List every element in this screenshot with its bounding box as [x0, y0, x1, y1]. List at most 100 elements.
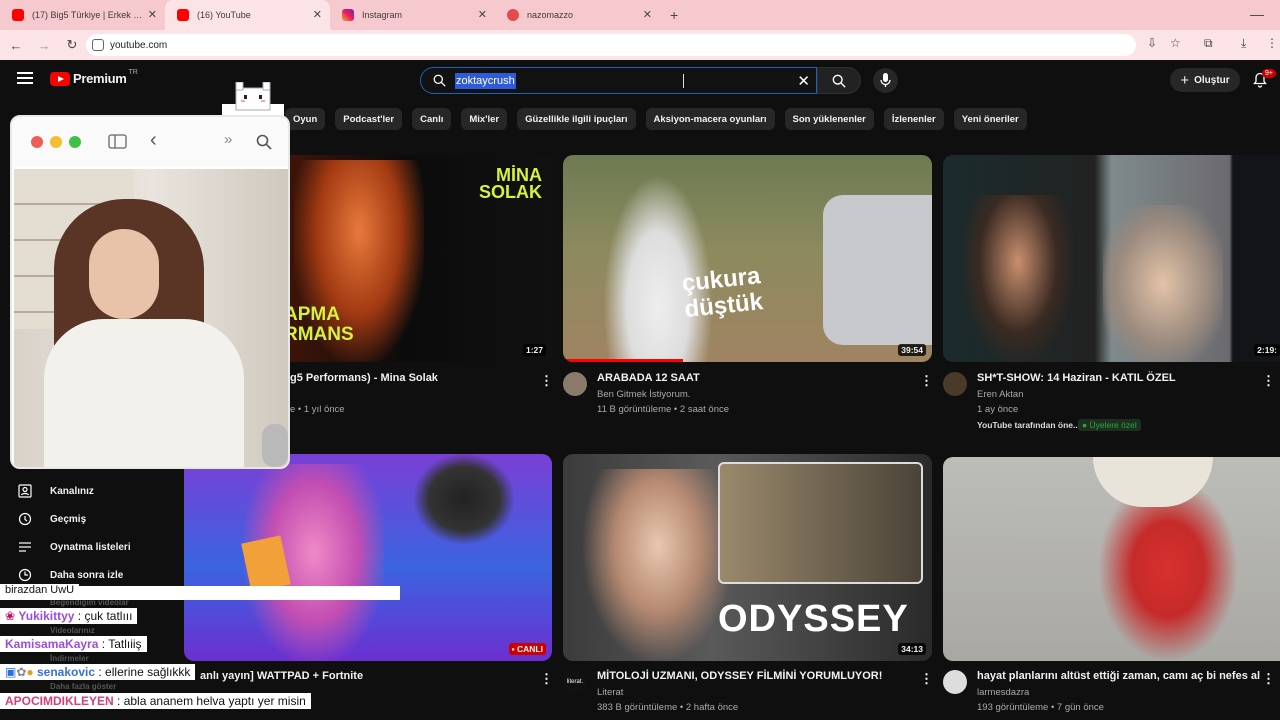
more-options-icon[interactable]: ⋮ — [540, 373, 553, 389]
tab-youtube[interactable]: (16) YouTube ✕ — [165, 0, 330, 30]
sidebar-item-label: Daha sonra izle — [50, 569, 124, 581]
clock-icon — [18, 568, 32, 582]
sidebar-item-watch-later[interactable]: Daha sonra izle — [18, 568, 123, 582]
search-box[interactable]: zoktaycrush ✕ — [420, 67, 817, 94]
sidebar-item-label: Oynatma listeleri — [50, 541, 131, 553]
browser-tab-bar: (17) Big5 Türkiye | Erkek Hazırlı ✕ (16)… — [0, 0, 1280, 30]
video-meta: 1 ay önce — [977, 404, 1019, 415]
search-button[interactable] — [817, 67, 861, 94]
tab-big5[interactable]: (17) Big5 Türkiye | Erkek Hazırlı ✕ — [0, 0, 165, 30]
video-thumbnail[interactable]: çukura düştük 39:54 — [563, 155, 932, 362]
more-options-icon[interactable]: ⋮ — [920, 671, 933, 687]
tab-twitch[interactable]: nazomazzo ✕ — [495, 0, 660, 30]
channel-avatar[interactable] — [943, 372, 967, 396]
back-icon[interactable]: ← — [4, 38, 28, 53]
forward-double-chevron-icon[interactable]: » — [224, 131, 232, 148]
microphone-shape — [262, 424, 288, 467]
sidebar-item-downloads[interactable]: İndirmeler — [50, 654, 89, 663]
youtube-logo[interactable]: Premium TR — [50, 69, 138, 86]
video-title[interactable]: ARABADA 12 SAAT — [597, 372, 700, 384]
reload-icon[interactable]: ↻ — [60, 37, 84, 53]
url-field[interactable]: youtube.com — [86, 34, 1136, 56]
chip[interactable]: İzlenenler — [883, 108, 944, 130]
forward-icon[interactable]: → — [32, 38, 56, 53]
create-button[interactable]: + Oluştur — [1170, 68, 1240, 92]
search-input[interactable]: zoktaycrush — [455, 73, 516, 89]
close-dot[interactable] — [31, 136, 43, 148]
minimize-dot[interactable] — [50, 136, 62, 148]
sidebar-item-your-channel[interactable]: Kanalınız — [18, 484, 94, 498]
search-icon — [832, 74, 846, 88]
sidebar-item-show-more[interactable]: Daha fazla göster — [50, 682, 116, 691]
channel-name[interactable]: Ben Gitmek İstiyorum. — [597, 389, 690, 400]
video-meta: 11 B görüntüleme • 2 saat önce — [597, 404, 730, 415]
category-chips: Oyun Podcast'ler Canlı Mix'ler Güzellikl… — [285, 108, 1027, 130]
video-thumbnail[interactable]: ODYSSEY 34:13 — [563, 454, 932, 661]
video-title[interactable]: MİTOLOJİ UZMANI, ODYSSEY FİLMİNİ YORUMLU… — [597, 670, 882, 682]
video-title[interactable]: anlı yayın] WATTPAD + Fortnite — [200, 670, 363, 682]
url-text: youtube.com — [110, 39, 168, 51]
install-icon[interactable]: ⇩ — [1147, 36, 1157, 50]
voice-search-button[interactable] — [873, 68, 898, 93]
channel-name[interactable]: Literat — [597, 687, 623, 698]
video-title[interactable]: SH*T-SHOW: 14 Haziran - KATIL ÖZEL — [977, 372, 1176, 384]
maximize-dot[interactable] — [69, 136, 81, 148]
extensions-icon[interactable]: ⧉ — [1204, 36, 1213, 51]
chat-username: Yukikittyy — [18, 609, 75, 623]
woman-baby-figure — [1103, 205, 1223, 362]
thumbnail-overlay-text: APMA RMANS — [284, 304, 354, 345]
more-options-icon[interactable]: ⋮ — [540, 671, 553, 687]
search-icon[interactable] — [256, 134, 272, 150]
thumbnail-overlay-text: MİNA SOLAK — [479, 165, 542, 202]
chip[interactable]: Güzellikle ilgili ipuçları — [517, 108, 636, 130]
channel-name[interactable]: Eren Aktan — [977, 389, 1023, 400]
playlist-icon — [19, 542, 31, 552]
channel-avatar[interactable] — [563, 372, 587, 396]
sidebar-item-playlists[interactable]: Oynatma listeleri — [18, 540, 131, 554]
sidebar-item-your-videos[interactable]: Videolarınız — [50, 626, 95, 635]
chat-text: : ellerine sağlıkkk — [98, 665, 191, 679]
video-thumbnail[interactable]: 2:19: — [943, 155, 1280, 362]
sidebar-item-history[interactable]: Geçmiş — [18, 512, 86, 526]
close-icon[interactable]: ✕ — [313, 8, 322, 21]
channel-avatar[interactable]: literat. — [563, 670, 587, 694]
hamburger-menu-icon[interactable] — [17, 72, 33, 84]
sidebar-item-label: Kanalınız — [50, 485, 94, 497]
bookmark-star-icon[interactable]: ☆ — [1170, 36, 1181, 50]
chip[interactable]: Canlı — [412, 108, 452, 130]
channel-avatar[interactable] — [943, 670, 967, 694]
chip[interactable]: Podcast'ler — [335, 108, 403, 130]
more-options-icon[interactable]: ⋮ — [1262, 671, 1275, 687]
chip[interactable]: Son yüklenenler — [784, 108, 874, 130]
video-title[interactable]: hayat planlarını altüst ettiği zaman, ca… — [977, 670, 1260, 682]
chip[interactable]: Mix'ler — [461, 108, 508, 130]
video-thumbnail[interactable]: ▪ CANLI — [184, 454, 552, 661]
minimize-icon[interactable]: — — [1250, 6, 1264, 22]
live-badge: ▪ CANLI — [508, 643, 546, 655]
chip[interactable]: Aksiyon-macera oyunları — [645, 108, 775, 130]
tab-instagram[interactable]: Instagram ✕ — [330, 0, 495, 30]
members-only-badge: ● Üyelere özel — [1078, 419, 1141, 431]
clear-search-icon[interactable]: ✕ — [797, 72, 810, 90]
chip[interactable]: Oyun — [285, 108, 326, 130]
chip[interactable]: Yeni öneriler — [953, 108, 1027, 130]
duration-badge: 34:13 — [898, 643, 926, 655]
chat-username: senakovic — [37, 665, 96, 679]
more-options-icon[interactable]: ⋮ — [920, 373, 933, 389]
back-chevron-icon[interactable]: ‹ — [150, 129, 157, 152]
download-icon[interactable]: ⤓ — [1241, 36, 1246, 51]
new-tab-button[interactable]: + — [670, 7, 678, 23]
chat-message: birazdan UwU — [0, 582, 80, 597]
watch-progress-bar — [563, 359, 683, 362]
close-icon[interactable]: ✕ — [643, 8, 652, 21]
sidebar-item-label: Geçmiş — [50, 513, 87, 525]
site-info-icon[interactable] — [92, 39, 104, 51]
video-thumbnail[interactable] — [943, 457, 1280, 661]
menu-icon[interactable]: ⋮ — [1266, 36, 1278, 50]
sidebar-toggle-icon[interactable] — [108, 134, 127, 149]
close-icon[interactable]: ✕ — [148, 8, 157, 21]
close-icon[interactable]: ✕ — [478, 8, 487, 21]
video-title[interactable]: g5 Performans) - Mina Solak — [290, 372, 438, 384]
more-options-icon[interactable]: ⋮ — [1262, 373, 1275, 389]
channel-name[interactable]: larmesdazra — [977, 687, 1029, 698]
